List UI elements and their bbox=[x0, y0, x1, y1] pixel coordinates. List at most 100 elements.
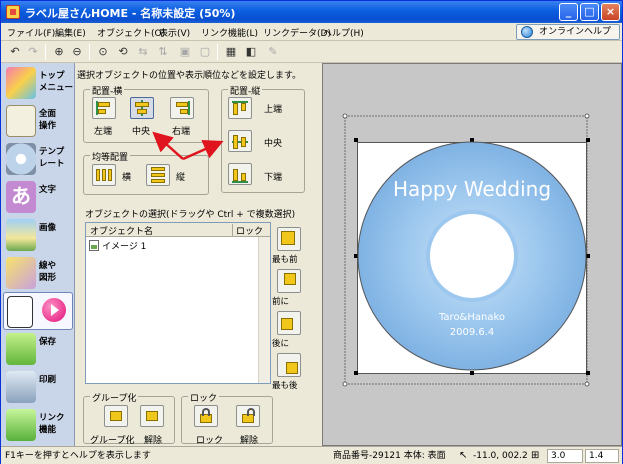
send-backward-label: 後に bbox=[272, 339, 290, 349]
undo-icon[interactable]: ↶ bbox=[7, 44, 23, 60]
ungroup-label: 解除 bbox=[144, 436, 163, 446]
title-bar[interactable]: ラベル屋さんHOME - 名称未設定 (50%) _ □ × bbox=[1, 1, 622, 23]
align-middle-button[interactable] bbox=[228, 130, 252, 152]
sidebar-label: テンプ レート bbox=[39, 147, 65, 169]
menu-file[interactable]: ファイル(F) bbox=[7, 26, 55, 39]
object-list[interactable]: オブジェクト名 ロック イメージ 1 bbox=[85, 222, 271, 384]
text-icon: あ bbox=[6, 181, 36, 213]
unlock-tool-icon[interactable]: ▢ bbox=[197, 44, 213, 60]
zoom-fit-icon[interactable]: ⊙ bbox=[95, 44, 111, 60]
column-lock[interactable]: ロック bbox=[236, 224, 263, 237]
menu-object[interactable]: オブジェクト(O) bbox=[97, 26, 165, 39]
status-hint: F1キーを押すとヘルプを表示します bbox=[5, 451, 151, 461]
rotate-icon[interactable]: ⟲ bbox=[115, 44, 131, 60]
unlock-label: 解除 bbox=[240, 436, 259, 446]
redo-icon[interactable]: ↷ bbox=[25, 44, 41, 60]
layout-icon[interactable]: ◧ bbox=[243, 44, 259, 60]
send-to-back-button[interactable] bbox=[277, 353, 301, 377]
shapes-icon bbox=[6, 257, 36, 289]
align-top-button[interactable] bbox=[228, 97, 252, 119]
sidebar-label: 画像 bbox=[39, 223, 57, 233]
sidebar-label: リンク 機能 bbox=[39, 413, 65, 435]
online-help-label: オンラインヘルプ bbox=[539, 27, 612, 37]
sidebar-item-image[interactable]: 画像 bbox=[3, 216, 73, 254]
arrange-panel: 選択オブジェクトの位置や表示順位などを設定します。 配置-横 左端 中央 右端 bbox=[77, 63, 321, 446]
unlock-button[interactable] bbox=[236, 405, 260, 427]
zoom-out-icon[interactable]: ⊖ bbox=[69, 44, 85, 60]
list-scrollbar[interactable] bbox=[258, 237, 270, 383]
cd-label-preview[interactable]: Happy Wedding Taro&Hanako 2009.6.4 bbox=[323, 64, 623, 447]
align-left-button[interactable] bbox=[92, 97, 116, 119]
distribute-group: 均等配置 横 縦 bbox=[83, 150, 209, 195]
flip-horizontal-icon[interactable]: ⇆ bbox=[135, 44, 151, 60]
menu-view[interactable]: 表示(V) bbox=[159, 26, 190, 39]
design-canvas[interactable]: Happy Wedding Taro&Hanako 2009.6.4 bbox=[322, 63, 622, 446]
template-icon bbox=[6, 143, 36, 175]
globe-icon bbox=[521, 26, 533, 38]
menu-link-function[interactable]: リンク機能(L) bbox=[201, 26, 258, 39]
distribute-vertical-button[interactable] bbox=[146, 164, 170, 186]
align-right-button[interactable] bbox=[170, 97, 194, 119]
list-item[interactable]: イメージ 1 bbox=[88, 239, 146, 252]
group-title: グループ化 bbox=[90, 391, 139, 404]
status-product: 商品番号-29121 本体: 表面 bbox=[333, 451, 446, 461]
sidebar-item-template[interactable]: テンプ レート bbox=[3, 140, 73, 178]
maximize-button[interactable]: □ bbox=[580, 3, 599, 21]
minimize-button[interactable]: _ bbox=[559, 3, 578, 21]
menu-help[interactable]: ヘルプ(H) bbox=[323, 26, 364, 39]
bring-to-front-button[interactable] bbox=[277, 227, 301, 251]
sidebar-item-top-menu[interactable]: トップ メニュー bbox=[3, 64, 73, 102]
status-width: 3.0 bbox=[547, 449, 583, 463]
flip-vertical-icon[interactable]: ⇅ bbox=[155, 44, 171, 60]
app-window: ラベル屋さんHOME - 名称未設定 (50%) _ □ × ファイル(F) 編… bbox=[0, 0, 623, 464]
align-horizontal-group: 配置-横 左端 中央 右端 bbox=[83, 84, 209, 143]
ungroup-button[interactable] bbox=[140, 405, 164, 427]
align-bottom-label: 下端 bbox=[264, 173, 283, 183]
align-center-button[interactable] bbox=[130, 97, 154, 119]
group-title: 配置-横 bbox=[90, 84, 125, 97]
cd-title-text: Happy Wedding bbox=[393, 177, 551, 201]
close-button[interactable]: × bbox=[601, 3, 620, 21]
group-label: グループ化 bbox=[90, 436, 135, 446]
lock-button[interactable] bbox=[194, 405, 218, 427]
sidebar-item-full-operation[interactable]: 全面 操作 bbox=[3, 102, 73, 140]
image-icon bbox=[6, 219, 36, 251]
status-height: 1.4 bbox=[585, 449, 619, 463]
menu-link-data[interactable]: リンクデータ(D) bbox=[263, 26, 331, 39]
sidebar-label: 線や 図形 bbox=[39, 261, 57, 283]
bring-forward-label: 前に bbox=[272, 297, 290, 307]
sidebar-item-text[interactable]: あ 文字 bbox=[3, 178, 73, 216]
lock-tool-icon[interactable]: ▣ bbox=[177, 44, 193, 60]
group-button[interactable] bbox=[104, 405, 128, 427]
window-title: ラベル屋さんHOME - 名称未設定 (50%) bbox=[25, 7, 236, 20]
align-vertical-group: 配置-縦 上端 中央 下端 bbox=[221, 84, 305, 193]
sidebar-item-arrange[interactable] bbox=[3, 292, 73, 330]
sidebar-item-link[interactable]: リンク 機能 bbox=[3, 406, 73, 444]
sidebar-label: 文字 bbox=[39, 185, 57, 195]
home-icon bbox=[6, 67, 36, 99]
send-backward-button[interactable] bbox=[277, 311, 301, 335]
zoom-in-icon[interactable]: ⊕ bbox=[51, 44, 67, 60]
select-label: オブジェクトの選択(ドラッグや Ctrl + で複数選択) bbox=[85, 210, 296, 220]
cd-date-text: 2009.6.4 bbox=[450, 327, 495, 338]
align-center-label: 中央 bbox=[132, 127, 151, 137]
align-middle-label: 中央 bbox=[264, 139, 283, 149]
distribute-horizontal-button[interactable] bbox=[92, 164, 116, 186]
paint-icon[interactable]: ✎ bbox=[265, 44, 281, 60]
play-icon bbox=[42, 298, 66, 322]
sidebar-label: トップ メニュー bbox=[39, 71, 74, 93]
grid-icon[interactable]: ▦ bbox=[223, 44, 239, 60]
online-help-button[interactable]: オンラインヘルプ bbox=[516, 24, 620, 40]
align-bottom-button[interactable] bbox=[228, 163, 252, 185]
sidebar-item-print[interactable]: 印刷 bbox=[3, 368, 73, 406]
sidebar-item-shapes[interactable]: 線や 図形 bbox=[3, 254, 73, 292]
bring-to-front-label: 最も前 bbox=[272, 255, 298, 265]
sidebar-item-save[interactable]: 保存 bbox=[3, 330, 73, 368]
print-icon bbox=[6, 371, 36, 403]
bring-forward-button[interactable] bbox=[277, 269, 301, 293]
cursor-icon: ↖ bbox=[459, 450, 468, 461]
group-title: 配置-縦 bbox=[228, 84, 263, 97]
column-object-name[interactable]: オブジェクト名 bbox=[90, 224, 153, 237]
menu-edit[interactable]: 編集(E) bbox=[55, 26, 86, 39]
align-top-label: 上端 bbox=[264, 105, 283, 115]
